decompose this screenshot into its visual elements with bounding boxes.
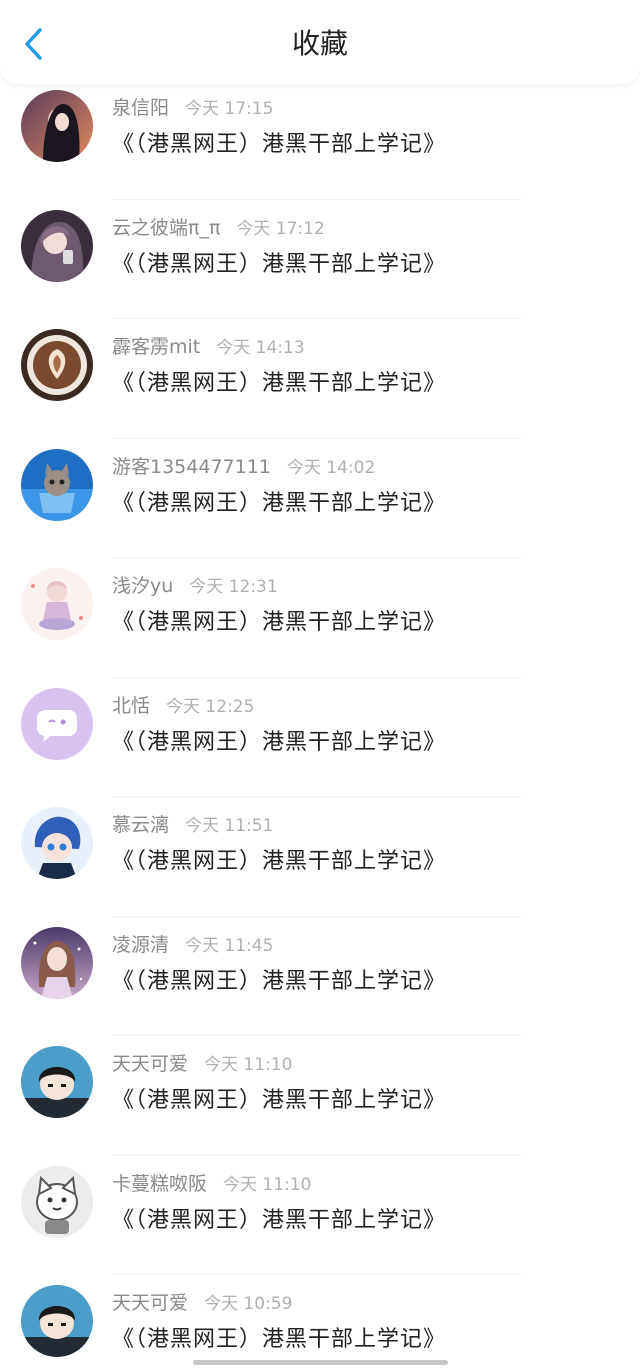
user-avatar[interactable] xyxy=(21,926,93,999)
book-title[interactable]: 《（港黑网王）港黑干部上学记》 xyxy=(112,1204,446,1238)
list-item[interactable]: 慕云漓 今天 11:51 《（港黑网王）港黑干部上学记》 xyxy=(0,797,640,917)
timestamp: 今天 11:51 xyxy=(185,816,274,836)
book-title[interactable]: 《（港黑网王）港黑干部上学记》 xyxy=(112,487,446,521)
book-title[interactable]: 《（港黑网王）港黑干部上学记》 xyxy=(112,128,446,162)
user-avatar[interactable] xyxy=(21,687,93,760)
item-meta: 北恬 今天 12:25 xyxy=(112,692,254,720)
username[interactable]: 北恬 xyxy=(112,695,150,717)
user-avatar[interactable] xyxy=(21,329,93,401)
list-item[interactable]: 云之彼端π_π 今天 17:12 《（港黑网王）港黑干部上学记》 xyxy=(0,200,640,319)
username[interactable]: 天天可爱 xyxy=(112,1053,188,1075)
username[interactable]: 泉信阳 xyxy=(112,97,169,119)
book-title[interactable]: 《（港黑网王）港黑干部上学记》 xyxy=(112,248,446,282)
item-meta: 天天可爱 今天 10:59 xyxy=(112,1289,292,1317)
list-item[interactable]: 霹客雳mit 今天 14:13 《（港黑网王）港黑干部上学记》 xyxy=(0,319,640,439)
timestamp: 今天 11:10 xyxy=(204,1055,293,1075)
kitten-cup-avatar-icon xyxy=(21,448,93,521)
list-item[interactable]: 凌源清 今天 11:45 《（港黑网王）港黑干部上学记》 xyxy=(0,917,640,1036)
timestamp: 今天 17:12 xyxy=(236,218,325,239)
timestamp: 今天 14:13 xyxy=(216,338,305,358)
item-meta: 卡蔓糕呶阪 今天 11:10 xyxy=(112,1170,311,1198)
item-meta: 天天可爱 今天 11:10 xyxy=(112,1050,292,1078)
timestamp: 今天 12:25 xyxy=(166,696,255,717)
timestamp: 今天 10:59 xyxy=(204,1294,293,1314)
book-title[interactable]: 《（港黑网王）港黑干部上学记》 xyxy=(112,965,446,999)
home-indicator[interactable] xyxy=(193,1360,448,1365)
list-item[interactable]: 浅汐yu 今天 12:31 《（港黑网王）港黑干部上学记》 xyxy=(0,558,640,678)
username[interactable]: 卡蔓糕呶阪 xyxy=(112,1173,207,1195)
timestamp: 今天 12:31 xyxy=(189,577,278,597)
nav-header: 收藏 xyxy=(0,0,640,84)
user-avatar[interactable] xyxy=(21,90,93,162)
user-avatar[interactable] xyxy=(21,807,93,879)
chibi-boy-avatar-icon xyxy=(21,1285,93,1357)
user-avatar[interactable] xyxy=(21,1165,93,1238)
username[interactable]: 游客1354477111 xyxy=(112,456,271,478)
list-item[interactable]: 卡蔓糕呶阪 今天 11:10 《（港黑网王）港黑干部上学记》 xyxy=(0,1156,640,1275)
item-meta: 霹客雳mit 今天 14:13 xyxy=(112,333,305,361)
anime-sitting-avatar-icon xyxy=(21,568,93,640)
user-avatar[interactable] xyxy=(21,209,93,282)
page-title: 收藏 xyxy=(291,27,348,60)
user-avatar[interactable] xyxy=(21,448,93,521)
user-avatar[interactable] xyxy=(21,1285,93,1357)
list-item[interactable]: 北恬 今天 12:25 《（港黑网王）港黑干部上学记》 xyxy=(0,678,640,797)
username[interactable]: 霹客雳mit xyxy=(112,336,200,358)
timestamp: 今天 17:15 xyxy=(185,99,274,119)
book-title[interactable]: 《（港黑网王）港黑干部上学记》 xyxy=(112,845,446,879)
item-meta: 泉信阳 今天 17:15 xyxy=(112,94,273,122)
book-title[interactable]: 《（港黑网王）港黑干部上学记》 xyxy=(112,1323,446,1357)
item-meta: 浅汐yu 今天 12:31 xyxy=(112,572,278,600)
favorites-list: 泉信阳 今天 17:15 《（港黑网王）港黑干部上学记》 云之彼端π_π 今天 17… xyxy=(0,80,640,1360)
anime-boy-blue-avatar-icon xyxy=(21,807,93,879)
list-item[interactable]: 天天可爱 今天 11:10 《（港黑网王）港黑干部上学记》 xyxy=(0,1036,640,1156)
item-meta: 凌源清 今天 11:45 xyxy=(112,931,273,959)
latte-art-avatar-icon xyxy=(21,329,93,401)
book-title[interactable]: 《（港黑网王）港黑干部上学记》 xyxy=(112,1084,446,1118)
timestamp: 今天 14:02 xyxy=(286,457,376,478)
list-item[interactable]: 游客1354477111 今天 14:02 《（港黑网王）港黑干部上学记》 xyxy=(0,439,640,558)
user-avatar[interactable] xyxy=(21,568,93,640)
username[interactable]: 天天可爱 xyxy=(112,1292,188,1314)
book-title[interactable]: 《（港黑网王）港黑干部上学记》 xyxy=(112,367,446,401)
user-avatar[interactable] xyxy=(21,1046,93,1118)
favorites-page: 收藏 泉信阳 今天 17:15 《（港黑网王）港黑干部上学记》 云之彼端π_π … xyxy=(0,0,640,1368)
cartoon-cat-avatar-icon xyxy=(21,1165,93,1238)
item-meta: 云之彼端π_π 今天 17:12 xyxy=(112,214,325,242)
anime-girl-sparkle-avatar-icon xyxy=(21,926,93,999)
girl-selfie-avatar-icon xyxy=(21,209,93,282)
book-title[interactable]: 《（港黑网王）港黑干部上学记》 xyxy=(112,726,446,760)
girl-dark-hair-avatar-icon xyxy=(21,90,93,162)
timestamp: 今天 11:45 xyxy=(185,935,274,956)
list-item[interactable]: 泉信阳 今天 17:15 《（港黑网王）港黑干部上学记》 xyxy=(0,80,640,200)
list-item[interactable]: 天天可爱 今天 10:59 《（港黑网王）港黑干部上学记》 xyxy=(0,1275,640,1368)
username[interactable]: 慕云漓 xyxy=(112,814,169,836)
username[interactable]: 凌源清 xyxy=(112,934,169,956)
username[interactable]: 浅汐yu xyxy=(112,575,173,597)
item-meta: 游客1354477111 今天 14:02 xyxy=(112,453,375,481)
chibi-boy-avatar-icon xyxy=(21,1046,93,1118)
timestamp: 今天 11:10 xyxy=(223,1174,312,1195)
book-title[interactable]: 《（港黑网王）港黑干部上学记》 xyxy=(112,606,446,640)
chat-bubble-avatar-icon xyxy=(21,687,93,760)
item-meta: 慕云漓 今天 11:51 xyxy=(112,811,273,839)
username[interactable]: 云之彼端π_π xyxy=(112,217,220,239)
